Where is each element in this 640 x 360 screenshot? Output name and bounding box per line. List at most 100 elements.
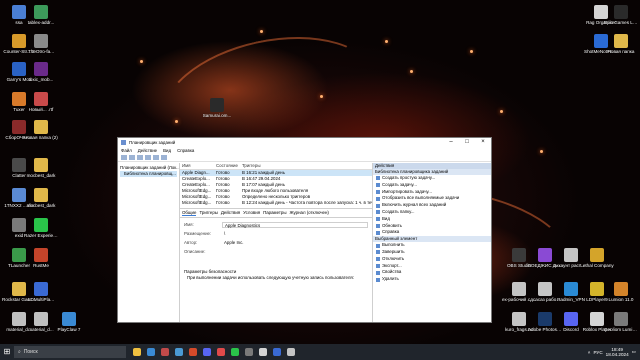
action-item[interactable]: Удалить xyxy=(373,276,491,283)
name-label: Имя: xyxy=(184,222,194,227)
action-item[interactable]: Выполнить xyxy=(373,242,491,249)
action-icon xyxy=(376,223,380,228)
action-item[interactable]: Создать папку... xyxy=(373,209,491,216)
taskbar-app-button[interactable] xyxy=(130,344,144,360)
tab-settings[interactable]: Параметры xyxy=(263,210,286,216)
shortcut-label: Samurai.om... xyxy=(202,113,232,118)
task-scheduler-window[interactable]: Планировщик заданий – □ × Файл Действие … xyxy=(117,137,492,323)
task-name-cell: MicrosoftEdg... xyxy=(182,200,212,205)
taskbar-app-button[interactable] xyxy=(270,344,284,360)
taskbar-app-icon xyxy=(147,348,155,356)
desktop-shortcut[interactable]: Lethal Company xyxy=(580,248,614,276)
action-item[interactable]: Создать простую задачу... xyxy=(373,175,491,182)
desktop-shortcut[interactable]: LDMultiPla... xyxy=(24,282,58,310)
tab-actions[interactable]: Действия xyxy=(221,210,240,216)
windows-start-icon[interactable]: ⊞ xyxy=(0,344,14,360)
action-icon xyxy=(376,257,380,262)
title-bar[interactable]: Планировщик заданий – □ × xyxy=(118,138,491,147)
properties-icon[interactable] xyxy=(145,155,151,160)
desktop-shortcut[interactable]: RustMe xyxy=(24,248,58,276)
desktop-shortcut[interactable]: TheOtro-fa... xyxy=(24,34,58,62)
action-item[interactable]: Создать задачу... xyxy=(373,182,491,189)
description-field[interactable] xyxy=(222,249,368,255)
desktop-shortcut[interactable]: Новая папка xyxy=(604,34,638,62)
action-item[interactable]: Импортировать задачу... xyxy=(373,189,491,196)
table-row[interactable]: MicrosoftEdg... Готово В 12:24 каждый день… xyxy=(180,200,372,206)
action-item[interactable]: Вид xyxy=(373,216,491,223)
desktop-shortcut[interactable]: tablex-addr... xyxy=(24,5,58,33)
taskbar-app-icon xyxy=(231,348,239,356)
app-icon xyxy=(34,92,48,106)
menu-file[interactable]: Файл xyxy=(121,148,132,153)
desktop-shortcut[interactable]: Новая папка (2) xyxy=(24,120,58,148)
desktop-shortcut[interactable]: toxic_mob... xyxy=(24,62,58,90)
taskbar-app-button[interactable] xyxy=(242,344,256,360)
toolbar xyxy=(118,154,491,162)
up-folder-icon[interactable] xyxy=(137,155,143,160)
desktop-shortcut[interactable]: PlayClaw 7 xyxy=(52,312,86,340)
taskbar-app-button[interactable] xyxy=(144,344,158,360)
clock-app-icon xyxy=(121,140,126,145)
desktop-shortcut[interactable]: Lumion 11.0 xyxy=(604,282,638,310)
help-icon[interactable] xyxy=(153,155,159,160)
menu-view[interactable]: Вид xyxy=(163,148,171,153)
action-item[interactable]: Отобразить все выполняемые задачи xyxy=(373,195,491,202)
desktop-shortcut[interactable]: mocbest_dark xyxy=(24,188,58,216)
console-icon[interactable] xyxy=(161,155,167,160)
app-icon xyxy=(34,248,48,262)
taskbar-app-icon xyxy=(273,348,281,356)
taskbar-app-button[interactable] xyxy=(172,344,186,360)
language-indicator[interactable]: РУС xyxy=(593,350,602,355)
menu-help[interactable]: Справка xyxy=(177,148,194,153)
column-state[interactable]: Состояние xyxy=(214,163,240,170)
desktop-shortcut[interactable]: Новый... .rtf xyxy=(24,92,58,120)
notifications-icon[interactable]: ▭ xyxy=(632,349,636,355)
shortcut-label: tablex-addr... xyxy=(27,20,55,25)
action-item[interactable]: Свойства xyxy=(373,269,491,276)
system-tray: ˄ РУС 18:49 18.04.2024 ▭ xyxy=(588,347,640,357)
action-item[interactable]: Обновить xyxy=(373,223,491,230)
tab-general[interactable]: Общие xyxy=(182,210,197,216)
desktop-shortcut[interactable]: mocbest_dark xyxy=(24,158,58,186)
taskbar-app-button[interactable] xyxy=(284,344,298,360)
tab-triggers[interactable]: Триггеры xyxy=(199,210,217,216)
shortcut-label: Epic Games Launcher xyxy=(604,20,638,25)
search-box[interactable]: ⌕ Поиск xyxy=(14,346,126,358)
action-item[interactable]: Включить журнал всех заданий xyxy=(373,202,491,209)
name-field[interactable]: Apple Diagnostics xyxy=(222,221,368,228)
menu-action[interactable]: Действие xyxy=(138,148,157,153)
action-item[interactable]: Отключить xyxy=(373,256,491,263)
back-icon[interactable] xyxy=(121,155,127,160)
forward-icon[interactable] xyxy=(129,155,135,160)
close-button[interactable]: × xyxy=(475,138,491,147)
action-label: Включить журнал всех заданий xyxy=(382,202,447,208)
taskbar-app-button[interactable] xyxy=(186,344,200,360)
desktop-shortcut[interactable]: Samurai.om... xyxy=(200,98,234,126)
action-item[interactable]: Экспорт... xyxy=(373,263,491,270)
clock[interactable]: 18:49 18.04.2024 xyxy=(606,347,629,357)
desktop-shortcut[interactable]: Epic Games Launcher xyxy=(604,5,638,33)
tab-history[interactable]: Журнал (отключен) xyxy=(289,210,328,216)
app-icon xyxy=(34,282,48,296)
taskbar-app-button[interactable] xyxy=(214,344,228,360)
action-icon xyxy=(376,196,380,201)
app-icon xyxy=(590,282,604,296)
author-field[interactable]: Apple Inc. xyxy=(222,240,368,246)
tray-arrow-icon[interactable]: ˄ xyxy=(588,350,591,355)
minimize-button[interactable]: – xyxy=(443,138,459,147)
maximize-button[interactable]: □ xyxy=(459,138,475,147)
action-icon xyxy=(376,210,380,215)
shortcut-label: LDMultiPla... xyxy=(27,297,55,302)
tab-conditions[interactable]: Условия xyxy=(243,210,260,216)
taskbar-app-button[interactable] xyxy=(158,344,172,360)
taskbar-app-button[interactable] xyxy=(200,344,214,360)
taskbar-app-button[interactable] xyxy=(228,344,242,360)
app-icon xyxy=(614,312,628,326)
desktop-shortcut[interactable]: Geoliom Lumiens xyxy=(604,312,638,340)
desktop-shortcut[interactable]: Razer Experience xyxy=(24,218,58,246)
tree-library[interactable]: Библиотека планировщ... xyxy=(120,171,177,177)
action-item[interactable]: Справка xyxy=(373,229,491,236)
action-item[interactable]: Завершить xyxy=(373,249,491,256)
taskbar-app-button[interactable] xyxy=(256,344,270,360)
app-icon xyxy=(210,98,224,112)
